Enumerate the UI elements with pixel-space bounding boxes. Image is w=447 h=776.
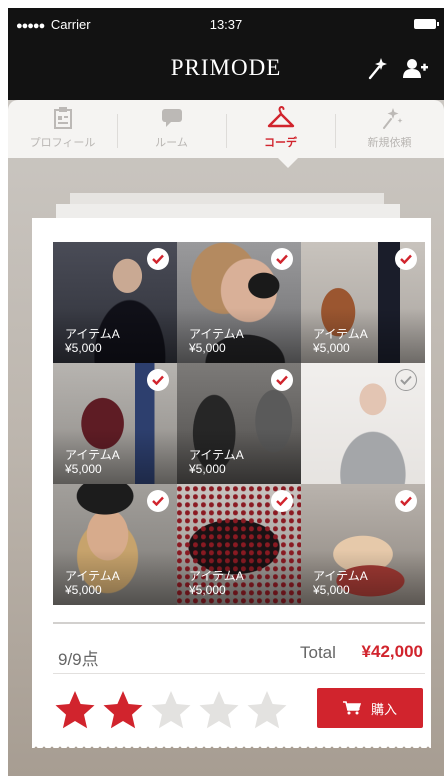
add-user-icon[interactable] [402, 56, 428, 82]
star-rating[interactable] [52, 688, 290, 730]
tab-profile[interactable]: プロフィール [8, 100, 117, 158]
hanger-icon [267, 106, 294, 128]
divider [53, 673, 425, 674]
tab-room[interactable]: ルーム [117, 100, 226, 158]
divider [53, 622, 425, 624]
star-empty-icon[interactable] [148, 688, 194, 730]
active-tab-pointer [278, 158, 298, 168]
item-tile[interactable]: アイテムA ¥5,000 [177, 484, 301, 605]
card-zigzag-edge [32, 740, 431, 748]
item-price: ¥5,000 [65, 583, 102, 597]
tab-label: ルーム [155, 137, 188, 149]
item-price: ¥5,000 [189, 341, 226, 355]
chat-bubble-icon [161, 109, 182, 127]
item-name: アイテムA [65, 569, 120, 583]
tab-coordinate[interactable]: コーデ [226, 100, 335, 158]
tab-label: プロフィール [29, 137, 96, 149]
item-tile[interactable]: アイテムA ¥5,000 [53, 363, 177, 484]
item-price: ¥5,000 [65, 341, 102, 355]
item-price: ¥5,000 [313, 583, 350, 597]
star-filled-icon[interactable] [100, 688, 146, 730]
item-price: ¥5,000 [189, 462, 226, 476]
item-tile[interactable]: アイテムA ¥5,000 [53, 242, 177, 363]
buy-button[interactable]: 購入 [317, 688, 423, 728]
item-name: アイテムA [313, 569, 368, 583]
phone-screen: ●●●●● Carrier 13:37 PRIMODE プロフィール ルーム コ… [8, 8, 444, 776]
buy-label: 購入 [370, 701, 397, 717]
item-tile[interactable]: アイテムA ¥5,000 [301, 242, 425, 363]
item-price: ¥5,000 [189, 583, 226, 597]
checkmark-icon[interactable] [395, 490, 417, 512]
sparkle-icon [382, 108, 402, 129]
star-empty-icon[interactable] [196, 688, 242, 730]
checkmark-icon[interactable] [271, 490, 293, 512]
profile-board-icon [53, 107, 72, 129]
item-name: アイテムA [189, 448, 244, 462]
item-name: アイテムA [65, 327, 120, 341]
top-bar: ●●●●● Carrier 13:37 PRIMODE [8, 8, 444, 100]
item-price: ¥5,000 [313, 341, 350, 355]
checkmark-icon[interactable] [271, 248, 293, 270]
item-tile[interactable]: アイテムA ¥5,000 [177, 242, 301, 363]
checkmark-icon[interactable] [147, 490, 169, 512]
cart-icon [342, 701, 361, 715]
item-tile[interactable]: アイテムA ¥5,000 [53, 484, 177, 605]
item-tile[interactable]: アイテムA ¥5,000 [301, 484, 425, 605]
item-grid: アイテムA ¥5,000 アイテムA ¥5,000 アイテムA ¥5,000 ア… [53, 242, 425, 605]
item-name: アイテムA [189, 569, 244, 583]
star-empty-icon[interactable] [244, 688, 290, 730]
star-filled-icon[interactable] [52, 688, 98, 730]
tab-label: 新規依頼 [367, 137, 412, 149]
unchecked-icon[interactable] [395, 369, 417, 391]
total-price: ¥42,000 [361, 642, 423, 661]
magic-wand-icon[interactable] [364, 56, 390, 82]
item-price: ¥5,000 [65, 462, 102, 476]
outfit-card: アイテムA ¥5,000 アイテムA ¥5,000 アイテムA ¥5,000 ア… [32, 218, 431, 740]
item-name: アイテムA [65, 448, 120, 462]
checkmark-icon[interactable] [271, 369, 293, 391]
tab-bar: プロフィール ルーム コーデ 新規依頼 [8, 100, 444, 158]
battery-icon [414, 19, 439, 29]
item-count: 9/9点 [58, 650, 99, 669]
item-tile[interactable]: アイテムA ¥5,000 [177, 363, 301, 484]
checkmark-icon[interactable] [147, 369, 169, 391]
item-name: アイテムA [189, 327, 244, 341]
status-time: 13:37 [209, 17, 243, 32]
checkmark-icon[interactable] [395, 248, 417, 270]
checkmark-icon[interactable] [147, 248, 169, 270]
item-name: アイテムA [313, 327, 368, 341]
item-tile[interactable] [301, 363, 425, 484]
tab-label: コーデ [264, 137, 297, 149]
total-label: Total [300, 643, 336, 662]
tab-new-request[interactable]: 新規依頼 [335, 100, 444, 158]
